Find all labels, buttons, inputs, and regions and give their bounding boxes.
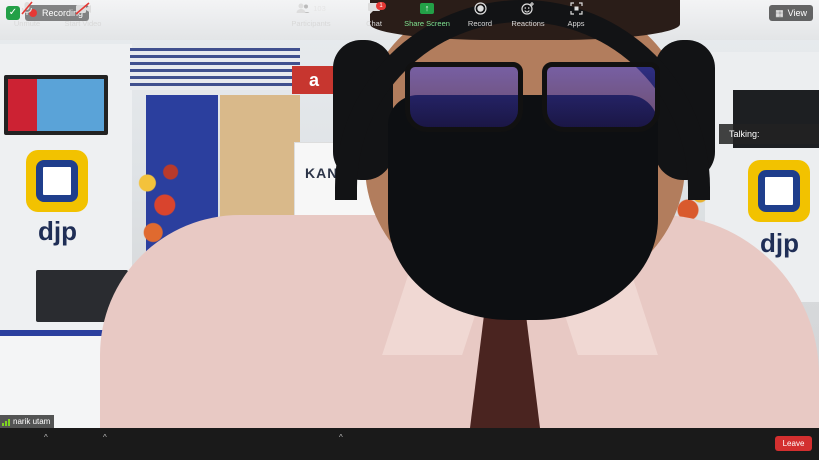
record-label: Record (467, 19, 493, 28)
wall-tv (4, 75, 108, 135)
eyeglass-lens-right (542, 62, 660, 132)
video-options-caret-icon[interactable]: ^ (103, 433, 107, 442)
view-button[interactable]: ▦ View (769, 5, 813, 21)
meeting-toolbar (0, 428, 819, 460)
participants-label: Participants (291, 19, 331, 28)
record-button[interactable]: Record (466, 0, 494, 32)
djp-logo-right (748, 160, 810, 222)
chat-unread-badge: 1 (376, 2, 386, 10)
grid-view-icon: ▦ (775, 7, 784, 18)
leave-button[interactable]: Leave (775, 436, 812, 451)
audio-options-caret-icon[interactable]: ^ (44, 433, 48, 442)
reactions-button[interactable]: Reactions (511, 0, 545, 32)
apps-icon (569, 0, 583, 17)
red-sign: a (292, 66, 336, 94)
participants-options-caret-icon[interactable]: ^ (339, 433, 343, 442)
apps-button[interactable]: Apps (563, 0, 589, 32)
participant-name: narik utam (13, 417, 51, 426)
share-screen-icon: ↑ (420, 0, 434, 17)
share-screen-button[interactable]: ↑ Share Screen (404, 0, 450, 32)
djp-logo-text-left: djp (38, 216, 77, 246)
eyeglass-lens-left (405, 62, 523, 132)
participants-count: 103 (313, 4, 326, 13)
share-screen-label: Share Screen (404, 19, 450, 28)
apps-label: Apps (567, 19, 585, 28)
reactions-smiley-icon (521, 0, 535, 17)
reactions-label: Reactions (511, 19, 545, 28)
chat-label: Chat (366, 19, 382, 28)
talking-indicator: Talking: (719, 124, 819, 144)
chat-icon: 1 (367, 0, 386, 17)
record-icon (473, 0, 487, 17)
start-video-button[interactable]: Start Video (64, 0, 102, 32)
video-feed: a djp djp KANTOR 3 (0, 0, 819, 428)
video-off-icon (74, 0, 92, 17)
djp-logo-text-right: djp (760, 228, 799, 258)
eyeglasses (405, 62, 660, 137)
unmute-button[interactable]: Unmute (10, 0, 44, 32)
chat-button[interactable]: 1 Chat (360, 0, 388, 32)
start-video-label: Start Video (64, 19, 102, 28)
microphone-muted-icon (20, 0, 34, 17)
djp-logo-left (26, 150, 88, 212)
unmute-label: Unmute (13, 19, 41, 28)
participant-name-tag: narik utam (0, 415, 55, 428)
participants-button[interactable]: 103 Participants (290, 0, 332, 32)
signal-strength-icon (2, 418, 10, 426)
view-label: View (787, 8, 807, 18)
participants-icon: 103 (296, 0, 326, 17)
office-louver (130, 48, 300, 90)
